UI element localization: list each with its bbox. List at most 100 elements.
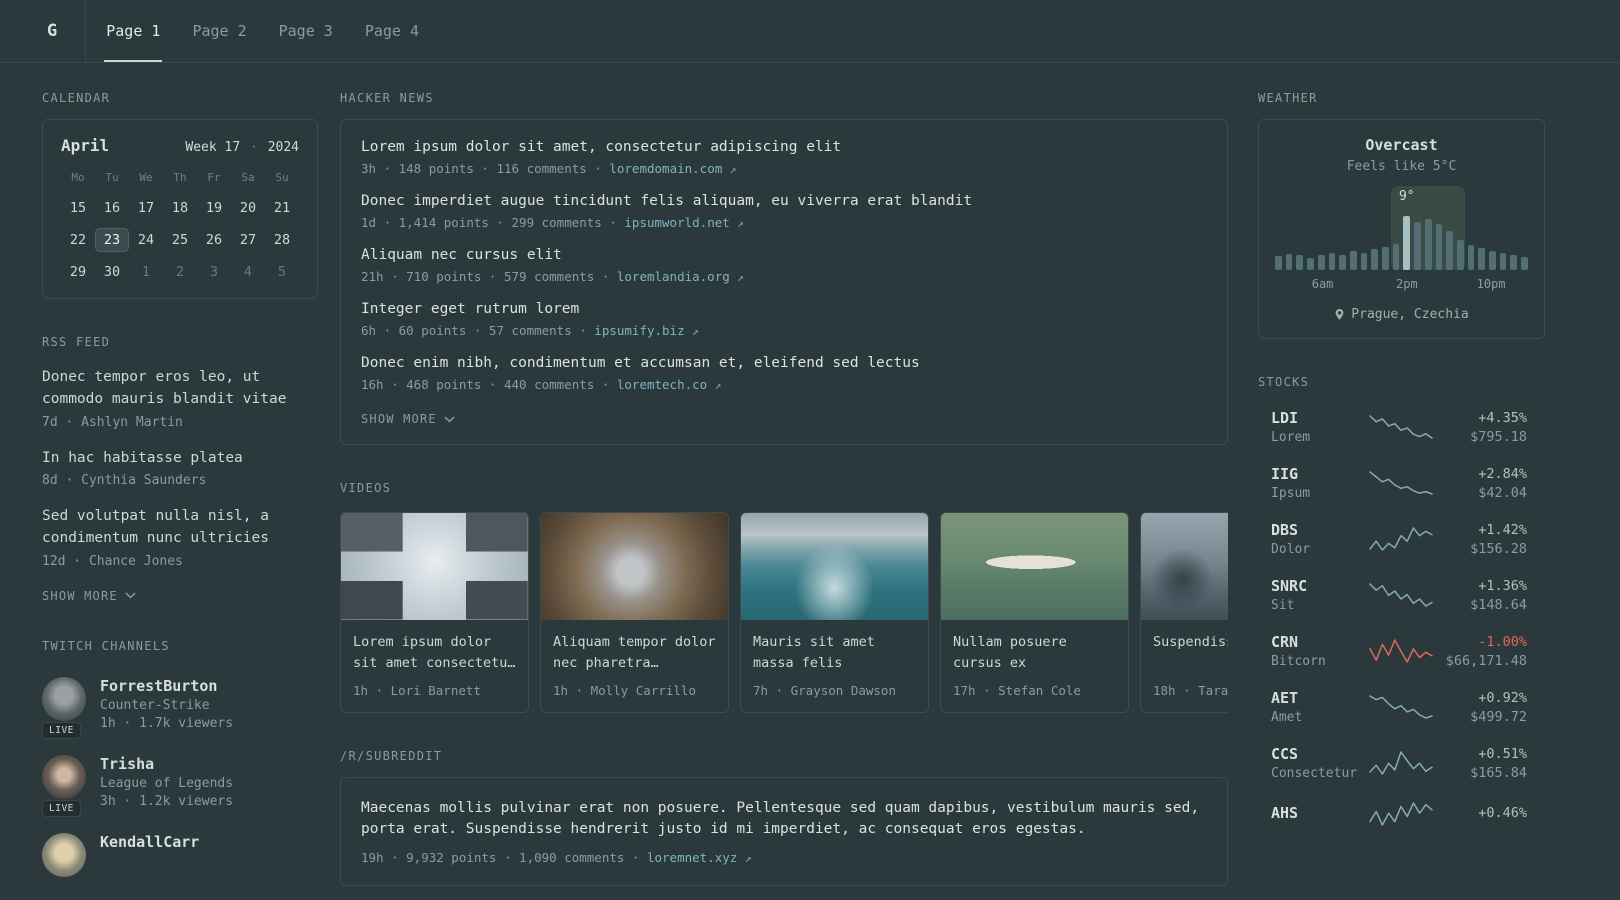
hn-item-title[interactable]: Aliquam nec cursus elit — [361, 247, 1207, 263]
twitch-channel-row[interactable]: LIVE ForrestBurton Counter-Strike 1h · 1… — [42, 676, 318, 739]
calendar-day-next-month: 3 — [209, 264, 219, 280]
weather-bar — [1349, 251, 1357, 270]
subreddit-widget-title: /R/SUBREDDIT — [340, 749, 443, 763]
weather-bar — [1435, 223, 1443, 270]
video-body: Mauris sit amet massa felis 7h · Grayson… — [741, 620, 928, 712]
stock-change: +0.51% — [1478, 745, 1527, 762]
subreddit-widget: /R/SUBREDDIT Maecenas mollis pulvinar er… — [340, 749, 1228, 887]
calendar-day-next-month: 2 — [175, 264, 185, 280]
hn-item-domain-link[interactable]: ipsumify.biz ↗ — [594, 323, 698, 338]
calendar-day: 18 — [171, 200, 189, 216]
rss-show-more-button[interactable]: SHOW MORE — [42, 589, 136, 603]
hn-item-meta: 16h · 468 points · 440 comments · loremt… — [361, 377, 1207, 392]
twitch-channel-row[interactable]: LIVE Trisha League of Legends 3h · 1.2k … — [42, 754, 318, 817]
hn-item-title[interactable]: Donec imperdiet augue tincidunt felis al… — [361, 193, 1207, 209]
rss-item-title[interactable]: Sed volutpat nulla nisl, a condimentum n… — [42, 506, 318, 550]
calendar-header: April Week 17 · 2024 — [61, 136, 299, 155]
twitch-channel-meta: 1h · 1.7k viewers — [100, 715, 234, 731]
weather-location-label: Prague, Czechia — [1351, 307, 1469, 322]
stock-row[interactable]: SNRC Sit +1.36% $148.64 — [1258, 577, 1545, 613]
subreddit-post-text[interactable]: Maecenas mollis pulvinar erat non posuer… — [361, 798, 1207, 840]
rss-widget: RSS FEED Donec tempor eros leo, ut commo… — [42, 335, 318, 603]
video-title[interactable]: Nullam posuere cursus ex — [953, 632, 1116, 674]
avatar — [42, 754, 86, 799]
chevron-down-icon — [125, 592, 136, 599]
stock-symbol: AHS — [1271, 803, 1299, 822]
weather-bar — [1360, 253, 1368, 270]
video-card[interactable]: Nullam posuere cursus ex 17h · Stefan Co… — [940, 512, 1129, 713]
stock-sparkline — [1367, 414, 1435, 440]
weather-bar — [1424, 219, 1432, 270]
calendar-card: April Week 17 · 2024 Mo Tu We Th Fr Sa S… — [42, 119, 318, 299]
tab-page-3[interactable]: Page 3 — [277, 0, 335, 62]
weather-hourly-chart: 9° — [1275, 186, 1528, 270]
weather-bar — [1296, 255, 1304, 270]
hn-item-domain-link[interactable]: loremdomain.com ↗ — [609, 161, 736, 176]
weather-bar — [1467, 245, 1475, 270]
calendar-day: 26 — [205, 232, 223, 248]
video-title[interactable]: Mauris sit amet massa felis — [753, 632, 916, 674]
video-thumbnail — [541, 513, 728, 620]
hn-item-meta-text: 16h · 468 points · 440 comments · — [361, 377, 617, 392]
weather-bar — [1510, 254, 1518, 270]
video-meta: 1h · Molly Carrillo — [553, 683, 696, 698]
hn-item-title[interactable]: Donec enim nibh, condimentum et accumsan… — [361, 355, 1207, 371]
rss-item-title[interactable]: In hac habitasse platea — [42, 448, 318, 470]
hn-item: Donec imperdiet augue tincidunt felis al… — [361, 193, 1207, 230]
weather-bar — [1414, 222, 1421, 270]
weekday-label: We — [139, 171, 153, 184]
hn-item-domain-link[interactable]: ipsumworld.net ↗ — [624, 215, 744, 230]
weather-bar — [1371, 249, 1379, 270]
app-logo[interactable]: G — [47, 0, 85, 62]
stock-row[interactable]: LDI Lorem +4.35% $795.18 — [1258, 409, 1545, 445]
video-title[interactable]: Aliquam tempor dolor nec pharetra… — [553, 632, 716, 674]
twitch-channel-game: League of Legends — [100, 775, 234, 791]
weather-bars — [1275, 216, 1528, 270]
calendar-day: 15 — [69, 200, 87, 216]
weather-bar — [1307, 257, 1314, 270]
stock-row[interactable]: DBS Dolor +1.42% $156.28 — [1258, 521, 1545, 557]
video-card[interactable]: Aliquam tempor dolor nec pharetra… 1h · … — [540, 512, 729, 713]
hn-item-meta: 1d · 1,414 points · 299 comments · ipsum… — [361, 215, 1207, 230]
stock-row[interactable]: AET Amet +0.92% $499.72 — [1258, 689, 1545, 725]
hn-show-more-button[interactable]: SHOW MORE — [361, 412, 455, 426]
video-card[interactable]: Lorem ipsum dolor sit amet consectetu… 1… — [340, 512, 529, 713]
hn-item-domain-link[interactable]: loremtech.co ↗ — [617, 377, 721, 392]
avatar — [42, 832, 86, 877]
subreddit-domain-link[interactable]: loremnet.xyz ↗ — [647, 850, 751, 865]
video-card[interactable]: Suspendisse diam 18h · Tara — [1140, 512, 1228, 713]
location-pin-icon — [1335, 309, 1344, 320]
stock-row[interactable]: AHS +0.46% — [1258, 801, 1545, 827]
rss-widget-title: RSS FEED — [42, 335, 111, 349]
stock-values: +0.51% $165.84 — [1435, 746, 1527, 781]
stock-price: $66,171.48 — [1445, 652, 1527, 669]
stock-row[interactable]: CRN Bitcorn -1.00% $66,171.48 — [1258, 633, 1545, 669]
hn-item-title[interactable]: Lorem ipsum dolor sit amet, consectetur … — [361, 139, 1207, 155]
stock-info: CCS Consectetur — [1271, 745, 1367, 781]
subreddit-post-card: Maecenas mollis pulvinar erat non posuer… — [340, 777, 1228, 887]
stock-row[interactable]: IIG Ipsum +2.84% $42.04 — [1258, 465, 1545, 501]
video-body: Aliquam tempor dolor nec pharetra… 1h · … — [541, 620, 728, 712]
weather-widget: WEATHER Overcast Feels like 5°C 9° 6am 2… — [1258, 91, 1545, 339]
hn-item-meta-text: 3h · 148 points · 116 comments · — [361, 161, 610, 176]
tab-page-4[interactable]: Page 4 — [363, 0, 421, 62]
weather-bar — [1403, 216, 1411, 270]
video-title[interactable]: Suspendisse diam — [1153, 632, 1228, 674]
tab-page-1[interactable]: Page 1 — [104, 0, 163, 62]
tab-page-2[interactable]: Page 2 — [190, 0, 248, 62]
stock-row[interactable]: CCS Consectetur +0.51% $165.84 — [1258, 745, 1545, 781]
video-body: Suspendisse diam 18h · Tara — [1141, 620, 1228, 712]
weather-condition: Overcast — [1365, 136, 1438, 154]
stock-sparkline — [1367, 638, 1435, 664]
stock-price: $499.72 — [1470, 708, 1527, 725]
stock-info: IIG Ipsum — [1271, 465, 1367, 501]
video-card[interactable]: Mauris sit amet massa felis 7h · Grayson… — [740, 512, 929, 713]
twitch-channel-row[interactable]: KendallCarr — [42, 832, 318, 877]
hn-item-title[interactable]: Integer eget rutrum lorem — [361, 301, 1207, 317]
video-body: Nullam posuere cursus ex 17h · Stefan Co… — [941, 620, 1128, 712]
hn-item-domain-link[interactable]: loremlandia.org ↗ — [617, 269, 744, 284]
videos-carousel[interactable]: Lorem ipsum dolor sit amet consectetu… 1… — [340, 512, 1228, 713]
rss-item-title[interactable]: Donec tempor eros leo, ut commodo mauris… — [42, 367, 318, 411]
video-title[interactable]: Lorem ipsum dolor sit amet consectetu… — [353, 632, 516, 674]
weather-bar — [1339, 254, 1346, 270]
